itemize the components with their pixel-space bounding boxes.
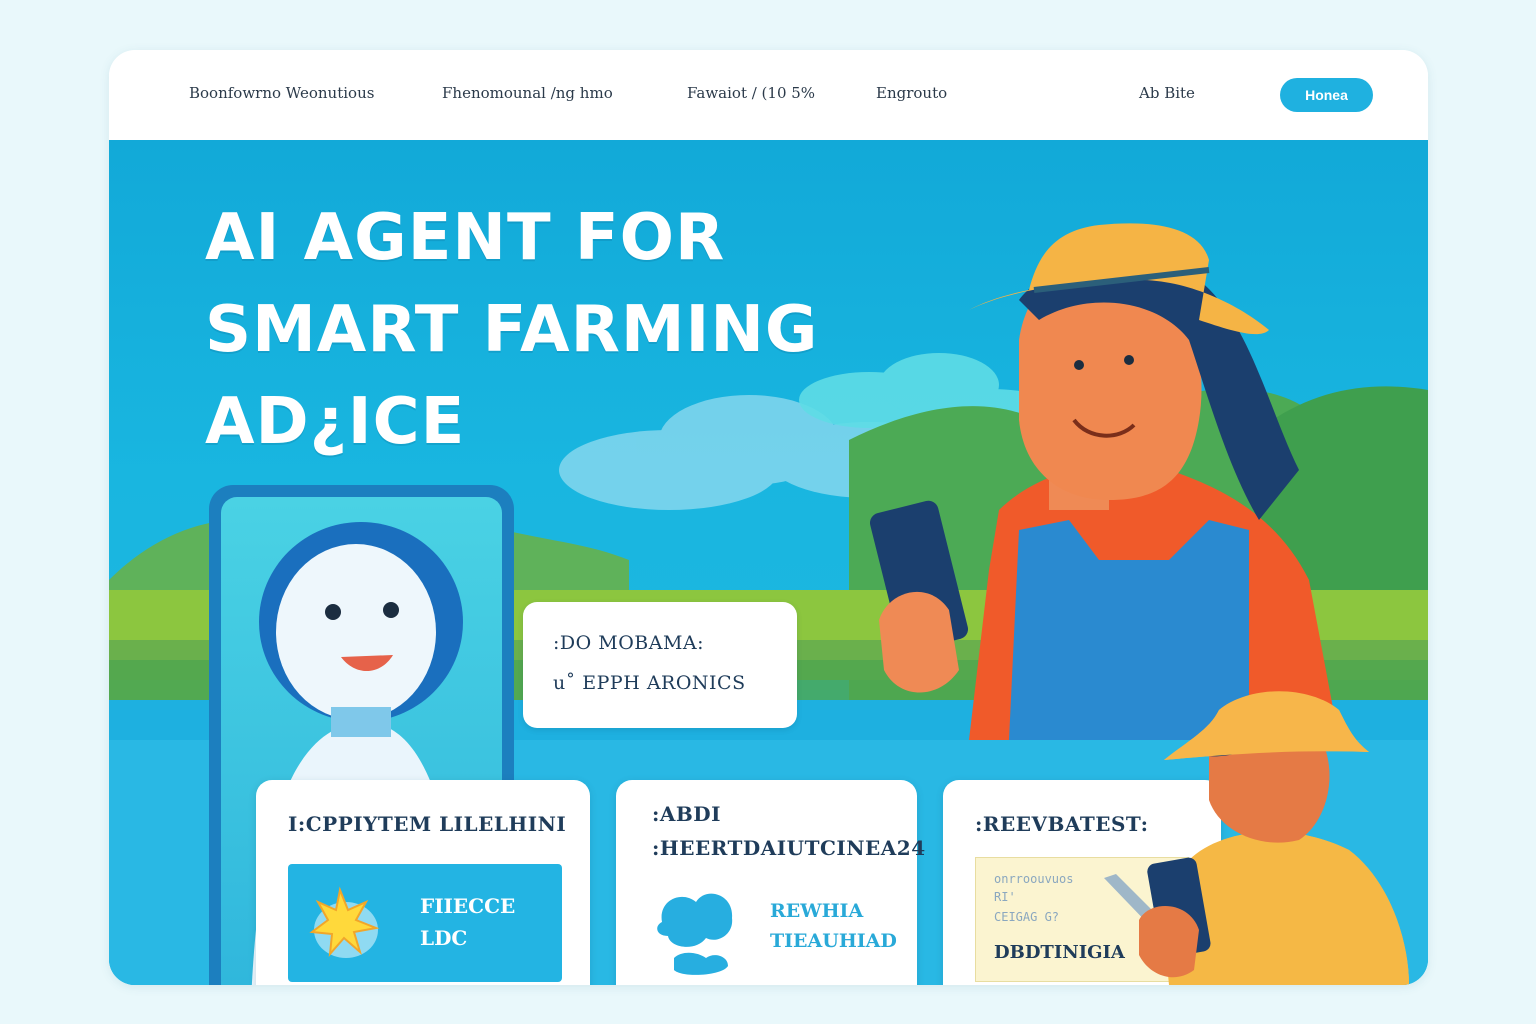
weather-panel-line-2: LDC bbox=[420, 926, 468, 950]
note-strong: DBDTINIGIA bbox=[994, 942, 1125, 963]
app-window: Boonfowrno Weonutious Fhenomounal /ng hm… bbox=[109, 50, 1428, 985]
hero-section: AI AGENT FOR SMART FARMING AD¿ICE :DO MO… bbox=[109, 140, 1428, 985]
hero-title-line-3: AD¿ICE bbox=[205, 385, 466, 459]
chat-line-2: u˚ EPPH ARONICS bbox=[553, 672, 746, 694]
crop-card-title-2: :HEERTDAIUTCINEA24 bbox=[652, 836, 926, 860]
weather-card[interactable]: I:CPPIYTEM LILELHINI FIIECCE LDC bbox=[256, 780, 590, 985]
sun-icon bbox=[309, 886, 380, 958]
child-foreground-illustration bbox=[1139, 700, 1409, 985]
weather-card-title: I:CPPIYTEM LILELHINI bbox=[288, 812, 567, 836]
crop-card-line-1: REWHIA bbox=[770, 900, 864, 922]
reports-card-title: :REEVBATEST: bbox=[975, 812, 1149, 836]
nav-link-4[interactable]: Engrouto bbox=[876, 84, 947, 102]
hero-title-line-1: AI AGENT FOR bbox=[205, 201, 726, 275]
note-line-1: onrroouvuos bbox=[994, 872, 1074, 886]
note-line-2: RI' bbox=[994, 890, 1016, 904]
weather-panel: FIIECCE LDC bbox=[288, 864, 562, 982]
cloud-icon bbox=[657, 893, 733, 975]
weather-panel-line-1: FIIECCE bbox=[420, 894, 516, 918]
crop-card-title-1: :ABDI bbox=[652, 802, 722, 826]
hero-title-line-2: SMART FARMING bbox=[205, 293, 819, 367]
hero-title: AI AGENT FOR SMART FARMING AD¿ICE bbox=[205, 192, 818, 468]
top-navigation: Boonfowrno Weonutious Fhenomounal /ng hm… bbox=[109, 50, 1428, 140]
cta-button[interactable]: Honea bbox=[1280, 78, 1373, 112]
crop-card[interactable]: :ABDI :HEERTDAIUTCINEA24 REWHIA TIEAUHIA… bbox=[616, 780, 925, 985]
nav-link-2[interactable]: Fhenomounal /ng hmo bbox=[442, 84, 613, 102]
chat-bubble: :DO MOBAMA: u˚ EPPH ARONICS bbox=[523, 602, 797, 728]
note-line-3: CEIGAG G? bbox=[994, 910, 1060, 924]
nav-link-secondary[interactable]: Ab Bite bbox=[1139, 84, 1195, 102]
nav-link-3[interactable]: Fawaiot / (10 5% bbox=[687, 84, 815, 102]
nav-link-1[interactable]: Boonfowrno Weonutious bbox=[189, 84, 374, 102]
crop-card-line-2: TIEAUHIAD bbox=[770, 930, 897, 952]
chat-line-1: :DO MOBAMA: bbox=[553, 632, 705, 654]
